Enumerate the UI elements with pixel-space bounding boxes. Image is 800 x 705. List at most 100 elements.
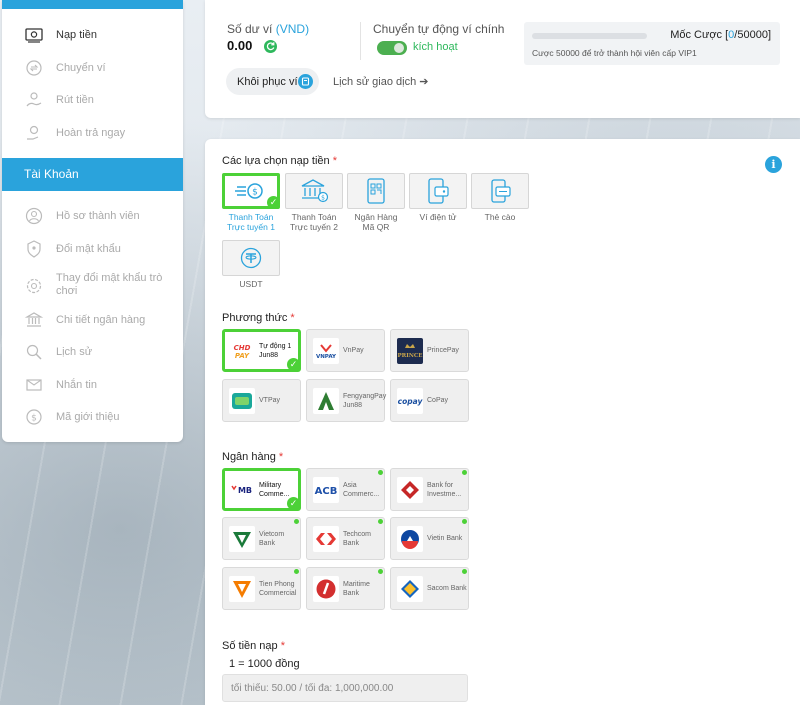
copay-logo: copay [397,388,423,414]
option-box [347,173,405,209]
sidebar-item-game-password[interactable]: Thay đổi mật khẩu trò chơi [2,270,183,306]
divider [360,22,361,60]
method-copay[interactable]: copay CoPay [390,379,469,422]
svg-text:ACB: ACB [315,486,338,497]
sidebar-item-rebate[interactable]: Hoàn trả ngay [2,119,183,147]
qr-code-icon [367,178,385,204]
sidebar-item-label: Thay đổi mật khẩu trò chơi [56,272,163,297]
available-dot [462,470,467,475]
sidebar-item-bank-details[interactable]: Chi tiết ngân hàng [2,306,183,334]
bank-maritime[interactable]: Maritime Bank [306,567,385,610]
method-vnpay[interactable]: VNPAY VnPay [306,329,385,372]
online-payment-icon: $ [235,183,263,199]
sidebar-item-label: Nhắn tin [56,379,97,391]
method-auto-1-jun88[interactable]: CHD PAY Tự động 1 Jun88 ✓ [222,329,301,372]
deposit-option-scratch-card[interactable]: Thẻ cào [471,173,529,222]
available-dot [294,519,299,524]
sidebar-item-label: Rút tiền [56,94,94,106]
refresh-balance-button[interactable] [264,40,277,53]
wallet-card: Số dư ví (VND) 0.00 Chuyển tự động ví ch… [205,0,800,118]
option-box [409,173,467,209]
transaction-history-link[interactable]: Lịch sử giao dịch ➔ [333,75,428,88]
available-dot [378,470,383,475]
milestone-target: /50000] [734,29,771,41]
method-vtpay[interactable]: VTPay [222,379,301,422]
sidebar-item-label: Đổi mật khẩu [56,243,121,255]
toggle-knob [394,43,404,53]
svg-text:$: $ [252,188,258,198]
referral-icon: $ [26,409,42,425]
bank-bidv[interactable]: Bank for Investme... [390,468,469,511]
option-caption: Thẻ cào [471,212,529,222]
deposit-option-ewallet[interactable]: Ví điện tử [409,173,467,222]
sidebar-item-withdraw[interactable]: Rút tiền [2,86,183,114]
methods-title: Phương thức * [222,312,295,324]
bank-sacombank[interactable]: Sacom Bank [390,567,469,610]
svg-text:CHD: CHD [234,344,251,352]
sacombank-logo [397,576,423,602]
svg-text:VNPAY: VNPAY [316,354,337,360]
bank-vietcombank[interactable]: Vietcom Bank [222,517,301,560]
auto-transfer-state: kích hoạt [413,41,458,53]
deposit-option-online-1[interactable]: $ ✓ Thanh Toán Trực tuyến 1 [222,173,280,232]
vnpay-logo-mark: VNPAY [316,344,337,360]
deposit-option-online-2[interactable]: $ Thanh Toán Trực tuyến 2 [285,173,343,232]
bank-name: Maritime Bank [343,580,370,597]
option-caption-line2: Mã QR [362,222,390,232]
deposit-option-qr[interactable]: Ngân Hàng Mã QR [347,173,405,232]
acb-logo-mark: ACB [315,486,338,497]
bank-mb[interactable]: MB Military Comme... ✓ [222,468,301,511]
sidebar-item-deposit[interactable]: Nạp tiền [2,21,183,49]
option-caption-line1: Thanh Toán [228,212,274,222]
bank-tpbank[interactable]: Tien Phong Commercial [222,567,301,610]
milestone-progress-bar [532,33,647,39]
option-caption-line1: USDT [239,279,263,289]
option-caption: Thanh Toán Trực tuyến 1 [222,212,280,232]
svg-text:MB: MB [238,486,252,495]
sidebar-item-label: Chi tiết ngân hàng [56,314,146,326]
restore-icon [298,74,313,89]
sidebar-item-history[interactable]: Lịch sử [2,338,183,366]
amount-title-text: Số tiền nạp [222,640,281,652]
svg-text:$: $ [31,414,37,424]
vietinbank-logo [397,526,423,552]
selected-check-icon: ✓ [267,196,280,209]
sidebar-item-referral[interactable]: $ Mã giới thiệu [2,403,183,431]
restore-wallet-button[interactable]: Khôi phục ví [226,68,319,95]
vietinbank-logo-mark [401,530,419,549]
option-caption-line1: Thẻ cào [484,212,516,222]
selected-check-icon: ✓ [287,497,300,510]
option-caption-line1: Ngân Hàng [354,212,398,222]
sidebar-item-label: Hoàn trả ngay [56,127,126,139]
balance-label-text: Số dư ví [227,22,276,36]
history-icon [26,344,42,360]
bidv-logo-mark [401,481,419,499]
deposit-option-usdt[interactable]: USDT [222,240,280,289]
amount-title: Số tiền nạp * [222,640,285,652]
techcombank-logo [313,526,339,552]
deposit-options-title: Các lựa chọn nạp tiền * [222,155,337,167]
bank-name: Sacom Bank [427,585,467,592]
princepay-logo: PRINCE [397,338,423,364]
milestone-note: Cược 50000 để trở thành hội viên cấp VIP… [532,48,697,58]
balance-unit: (VND) [275,22,310,36]
option-caption: Thanh Toán Trực tuyến 2 [285,212,343,232]
sidebar-item-transfer[interactable]: Chuyển ví [2,54,183,82]
sidebar-item-messages[interactable]: Nhắn tin [2,371,183,399]
amount-input[interactable] [222,674,468,702]
info-icon[interactable]: i [765,156,782,173]
sidebar-item-change-password[interactable]: Đổi mật khẩu [2,235,183,263]
method-name: CoPay [427,397,449,404]
option-caption-line2: Trực tuyến 2 [290,222,338,232]
available-dot [294,569,299,574]
sidebar-item-profile[interactable]: Hồ sơ thành viên [2,202,183,230]
bank-techcombank[interactable]: Techcom Bank [306,517,385,560]
auto-transfer-toggle[interactable] [377,41,407,55]
sidebar-item-label: Mã giới thiệu [56,411,120,423]
mb-logo-mark: MB [231,485,252,495]
bank-acb[interactable]: ACB Asia Commerc... [306,468,385,511]
method-fengyangpay[interactable]: FengyangPay Jun88 [306,379,386,422]
bank-vietinbank[interactable]: Vietin Bank [390,517,469,560]
method-princepay[interactable]: PRINCE PrincePay [390,329,469,372]
sidebar-item-label: Nạp tiền [56,29,97,41]
